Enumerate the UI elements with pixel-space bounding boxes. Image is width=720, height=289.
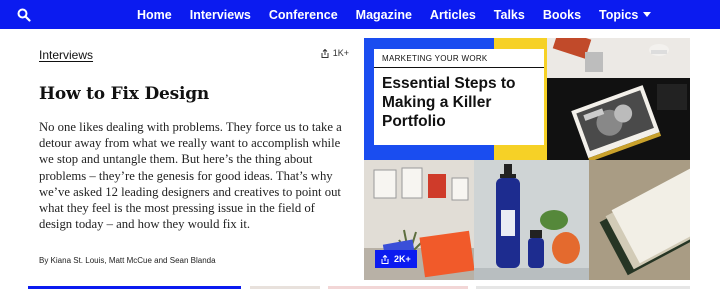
share-count-value: 1K+ (332, 48, 349, 58)
desk-objects-image (547, 38, 690, 78)
chevron-down-icon (643, 12, 652, 17)
nav-item-books[interactable]: Books (543, 8, 581, 22)
category-link[interactable]: Interviews (39, 48, 93, 62)
nav-item-interviews[interactable]: Interviews (190, 8, 251, 22)
portfolio-book-image (547, 78, 690, 160)
collage-tile-desk (547, 38, 690, 78)
share-icon (321, 48, 329, 58)
article-dek: No one likes dealing with problems. They… (39, 120, 342, 232)
article-byline: By Kiana St. Louis, Matt McCue and Sean … (39, 256, 216, 265)
collage-tile-bottles (474, 160, 589, 280)
article-teaser: Interviews 1K+ How to Fix Design No one … (39, 46, 351, 232)
feature-share-badge[interactable]: 2K+ (375, 250, 417, 268)
collage-tile-cards (589, 160, 690, 280)
feature-card[interactable]: MARKETING YOUR WORK Essential Steps to M… (374, 49, 544, 145)
nav-item-conference[interactable]: Conference (269, 8, 338, 22)
product-bottles-image (474, 160, 589, 280)
search-icon[interactable] (17, 8, 31, 22)
share-icon (381, 254, 389, 264)
feature-kicker: MARKETING YOUR WORK (374, 49, 544, 68)
nav-item-topics-label: Topics (599, 7, 639, 22)
collage-tile-book (547, 78, 690, 160)
feature-collage[interactable]: MARKETING YOUR WORK Essential Steps to M… (364, 38, 690, 280)
share-count[interactable]: 1K+ (321, 48, 349, 58)
nav-item-home[interactable]: Home (137, 8, 172, 22)
business-cards-image (589, 160, 690, 280)
nav-item-topics[interactable]: Topics (599, 7, 652, 22)
article-title[interactable]: How to Fix Design (39, 84, 351, 104)
nav-item-talks[interactable]: Talks (494, 8, 525, 22)
nav-item-articles[interactable]: Articles (430, 8, 476, 22)
nav-menu: Home Interviews Conference Magazine Arti… (137, 0, 652, 29)
feature-share-count: 2K+ (394, 254, 411, 264)
nav-item-magazine[interactable]: Magazine (356, 8, 412, 22)
top-nav: Home Interviews Conference Magazine Arti… (0, 0, 720, 29)
feature-title[interactable]: Essential Steps to Making a Killer Portf… (374, 68, 544, 131)
